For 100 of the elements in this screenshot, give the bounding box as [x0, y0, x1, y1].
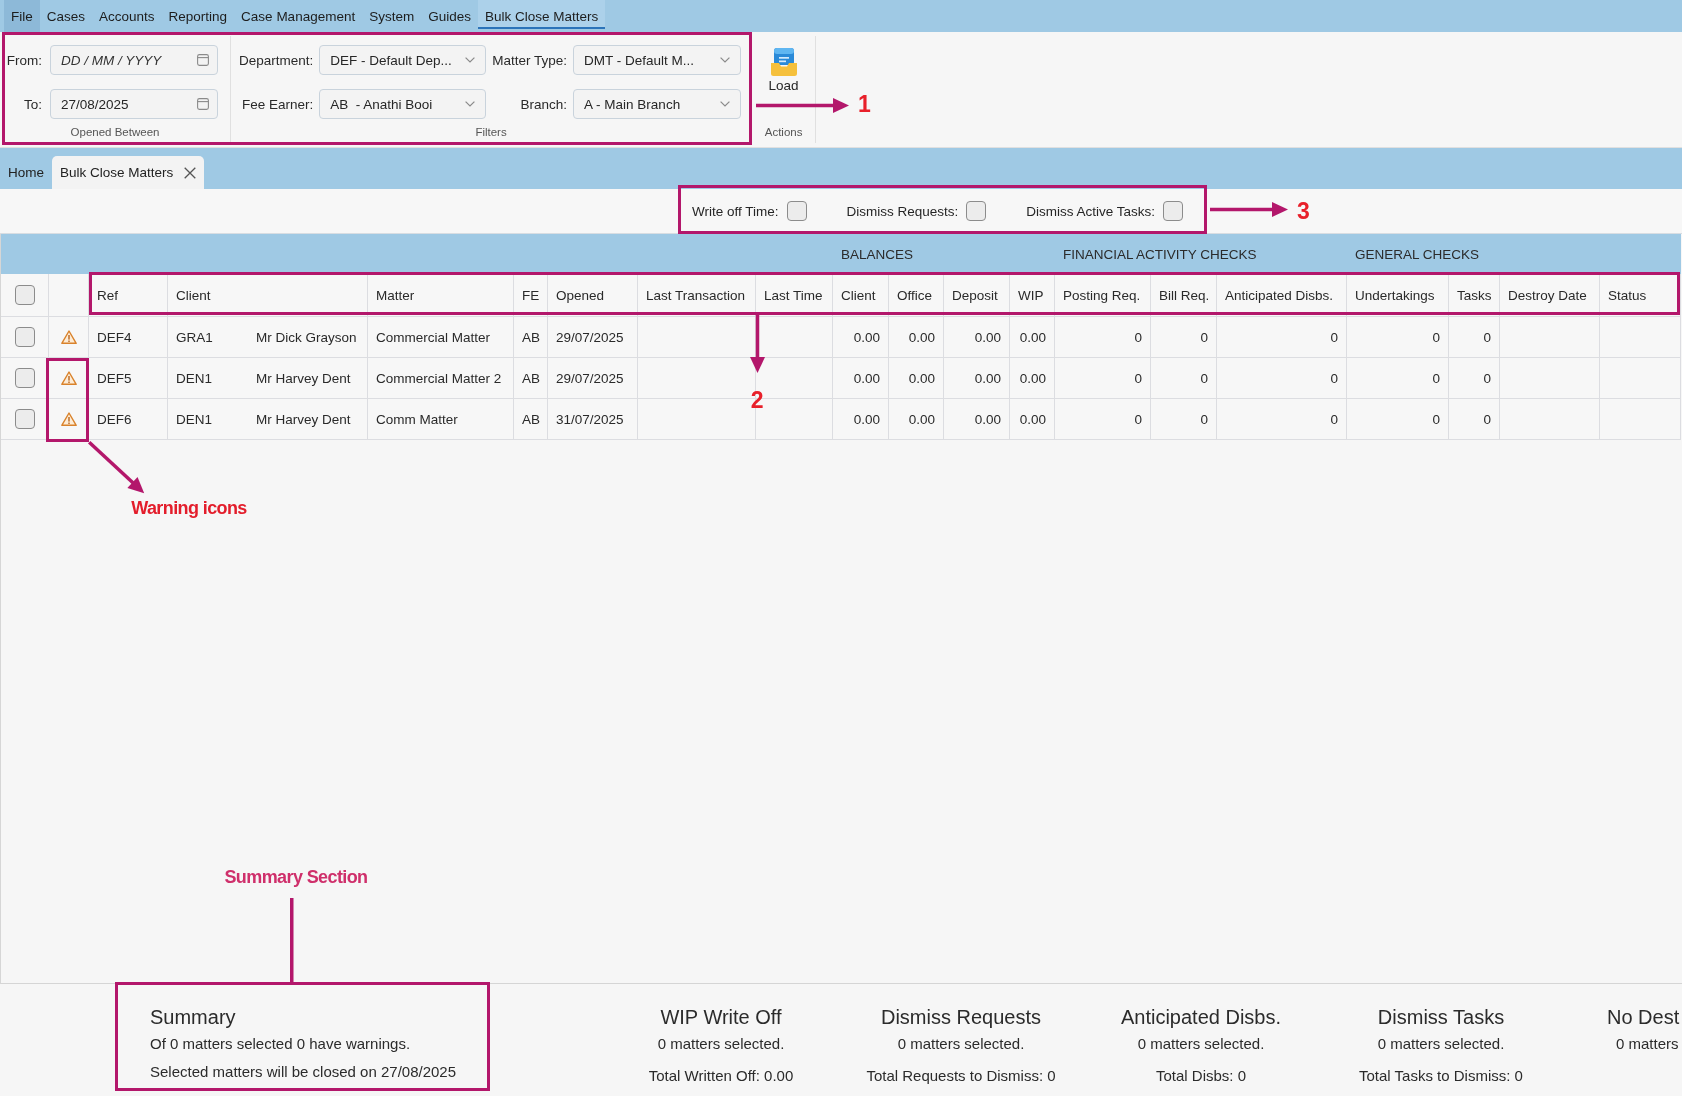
column-header[interactable]: Tasks: [1449, 274, 1500, 317]
column-header[interactable]: Office: [889, 274, 944, 317]
date-field[interactable]: 27/08/2025: [50, 89, 218, 119]
summary-title: Anticipated Disbs.: [1120, 1005, 1282, 1030]
field-label: To:: [23, 95, 42, 114]
column-header[interactable]: Posting Req.: [1055, 274, 1151, 317]
column-header[interactable]: Opened: [548, 274, 638, 317]
table-cell: 0.00: [1010, 399, 1055, 440]
summary-text: 0 matters: [1616, 1034, 1679, 1054]
chevron-down-icon: [720, 57, 731, 63]
table-cell: 0: [1055, 399, 1151, 440]
date-field[interactable]: DD / MM / YYYY: [50, 45, 218, 75]
table-cell: 0: [1151, 317, 1217, 358]
summary-text: 0 matters selected.: [897, 1034, 1025, 1054]
column-header[interactable]: Bill Req.: [1151, 274, 1217, 317]
summary-text: Total Requests to Dismiss: 0: [866, 1066, 1056, 1086]
table-cell: 0: [1217, 358, 1347, 399]
summary-title: Dismiss Tasks: [1377, 1005, 1505, 1030]
row-checkbox[interactable]: [14, 368, 35, 388]
tab[interactable]: Bulk Close Matters: [52, 156, 205, 189]
field-label: Fee Earner:: [241, 95, 314, 114]
dropdown[interactable]: A - Main Branch: [573, 89, 742, 119]
table-cell: 0: [1347, 317, 1449, 358]
table-cell: 0: [1151, 358, 1217, 399]
column-header[interactable]: Status: [1600, 274, 1681, 317]
column-header[interactable]: FE: [514, 274, 548, 317]
table-cell: 0: [1055, 317, 1151, 358]
calendar-icon[interactable]: [197, 54, 209, 66]
row-checkbox[interactable]: [14, 327, 35, 347]
menu-item[interactable]: Reporting: [161, 0, 235, 32]
table-cell: 0.00: [1010, 317, 1055, 358]
group-label: Opened Between: [70, 126, 160, 140]
callout-arrow: [87, 440, 146, 495]
dropdown[interactable]: DEF - Default Dep...: [319, 45, 487, 75]
client-code: GRA1: [176, 329, 214, 345]
table-cell: 0.00: [889, 358, 944, 399]
menu-item[interactable]: Bulk Close Matters: [478, 0, 606, 32]
column-header[interactable]: Deposit: [944, 274, 1010, 317]
summary-text: 0 matters selected.: [1377, 1034, 1505, 1054]
menu-item[interactable]: File: [4, 0, 40, 32]
table-cell: DEF4: [89, 317, 168, 358]
column-header[interactable]: Last Time: [756, 274, 833, 317]
menu-item[interactable]: Case Management: [234, 0, 363, 32]
column-header[interactable]: WIP: [1010, 274, 1055, 317]
summary-title: Dismiss Requests: [880, 1005, 1041, 1030]
checkbox[interactable]: [966, 201, 987, 221]
chevron-down-icon: [720, 101, 731, 107]
client-code: DEN1: [176, 411, 213, 427]
column-group-header: GENERAL CHECKS: [1347, 234, 1600, 274]
column-header[interactable]: Last Transaction: [638, 274, 756, 317]
column-group-header: FINANCIAL ACTIVITY CHECKS: [1055, 234, 1347, 274]
summary-text: 0 matters selected.: [657, 1034, 785, 1054]
menu-item[interactable]: Accounts: [92, 0, 162, 32]
field-label: From:: [5, 51, 42, 70]
close-icon[interactable]: [184, 166, 197, 179]
column-header[interactable]: Ref: [89, 274, 168, 317]
option-label: Dismiss Requests:: [846, 203, 959, 219]
summary-text: Total Tasks to Dismiss: 0: [1359, 1066, 1523, 1086]
callout-label: 2: [750, 388, 764, 414]
table-cell: AB: [514, 399, 548, 440]
column-header[interactable]: Matter: [368, 274, 514, 317]
tab[interactable]: Home: [0, 156, 52, 189]
summary-text: Of 0 matters selected 0 have warnings.: [150, 1034, 411, 1054]
table-cell: 31/07/2025: [548, 399, 638, 440]
table-cell: 0: [1347, 399, 1449, 440]
callout-label: Summary Section: [224, 868, 368, 888]
column-header[interactable]: Undertakings: [1347, 274, 1449, 317]
table-cell: 0: [1055, 358, 1151, 399]
dropdown[interactable]: AB - Anathi Booi: [319, 89, 487, 119]
table-cell: DEF6: [89, 399, 168, 440]
column-header[interactable]: Anticipated Disbs.: [1217, 274, 1347, 317]
table-cell: 0.00: [1010, 358, 1055, 399]
client-code: DEN1: [176, 370, 213, 386]
summary-text: 0 matters selected.: [1137, 1034, 1265, 1054]
callout-label: 1: [858, 92, 871, 118]
table-cell: AB: [514, 317, 548, 358]
chevron-down-icon: [465, 57, 476, 63]
menu-item[interactable]: System: [362, 0, 422, 32]
group-label: Actions: [764, 126, 803, 140]
checkbox[interactable]: [1163, 201, 1184, 221]
table-cell: Commercial Matter 2: [368, 358, 514, 399]
checkbox[interactable]: [786, 201, 807, 221]
menu-item[interactable]: Guides: [421, 0, 478, 32]
dropdown[interactable]: DMT - Default M...: [573, 45, 742, 75]
table-cell: 29/07/2025: [548, 358, 638, 399]
menu-item[interactable]: Cases: [39, 0, 93, 32]
row-checkbox[interactable]: [14, 409, 35, 429]
column-header[interactable]: Destroy Date: [1500, 274, 1600, 317]
table-cell: 0: [1449, 399, 1500, 440]
calendar-icon[interactable]: [197, 98, 209, 110]
column-group-header: BALANCES: [833, 234, 1055, 274]
table-cell: 0.00: [833, 399, 889, 440]
client-name: Mr Harvey Dent: [256, 411, 351, 427]
select-all-checkbox[interactable]: [14, 285, 35, 305]
column-header[interactable]: Client: [168, 274, 368, 317]
column-header[interactable]: Client: [833, 274, 889, 317]
option-label: Write off Time:: [692, 203, 779, 219]
table-cell: 0: [1449, 317, 1500, 358]
table-cell: 0: [1217, 317, 1347, 358]
load-button[interactable]: Load: [764, 46, 803, 96]
